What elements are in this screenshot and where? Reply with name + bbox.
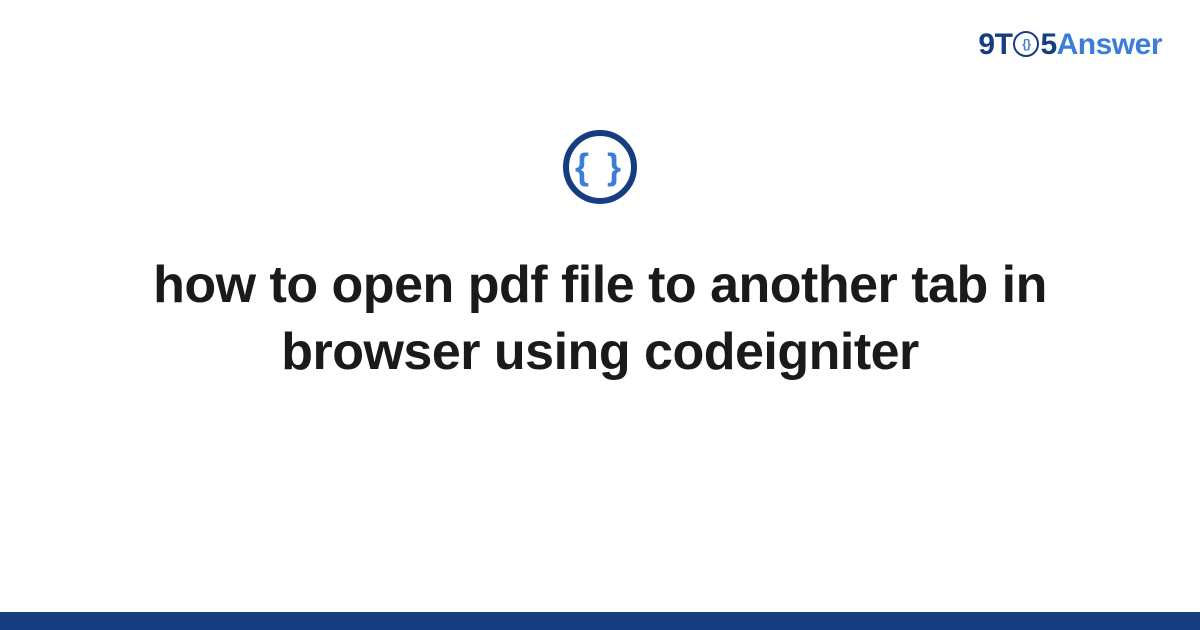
braces-glyph: { } xyxy=(575,149,625,185)
logo-text-answer: Answer xyxy=(1057,28,1162,62)
logo-o-circle: {} xyxy=(1013,31,1039,57)
page-title: how to open pdf file to another tab in b… xyxy=(55,252,1145,385)
logo-text-9t: 9T xyxy=(978,28,1012,62)
logo-o-braces: {} xyxy=(1022,38,1030,50)
logo-text-5: 5 xyxy=(1040,28,1056,62)
footer-accent-bar xyxy=(0,612,1200,630)
site-logo: 9T {} 5 Answer xyxy=(978,28,1162,62)
code-braces-icon: { } xyxy=(563,130,637,204)
